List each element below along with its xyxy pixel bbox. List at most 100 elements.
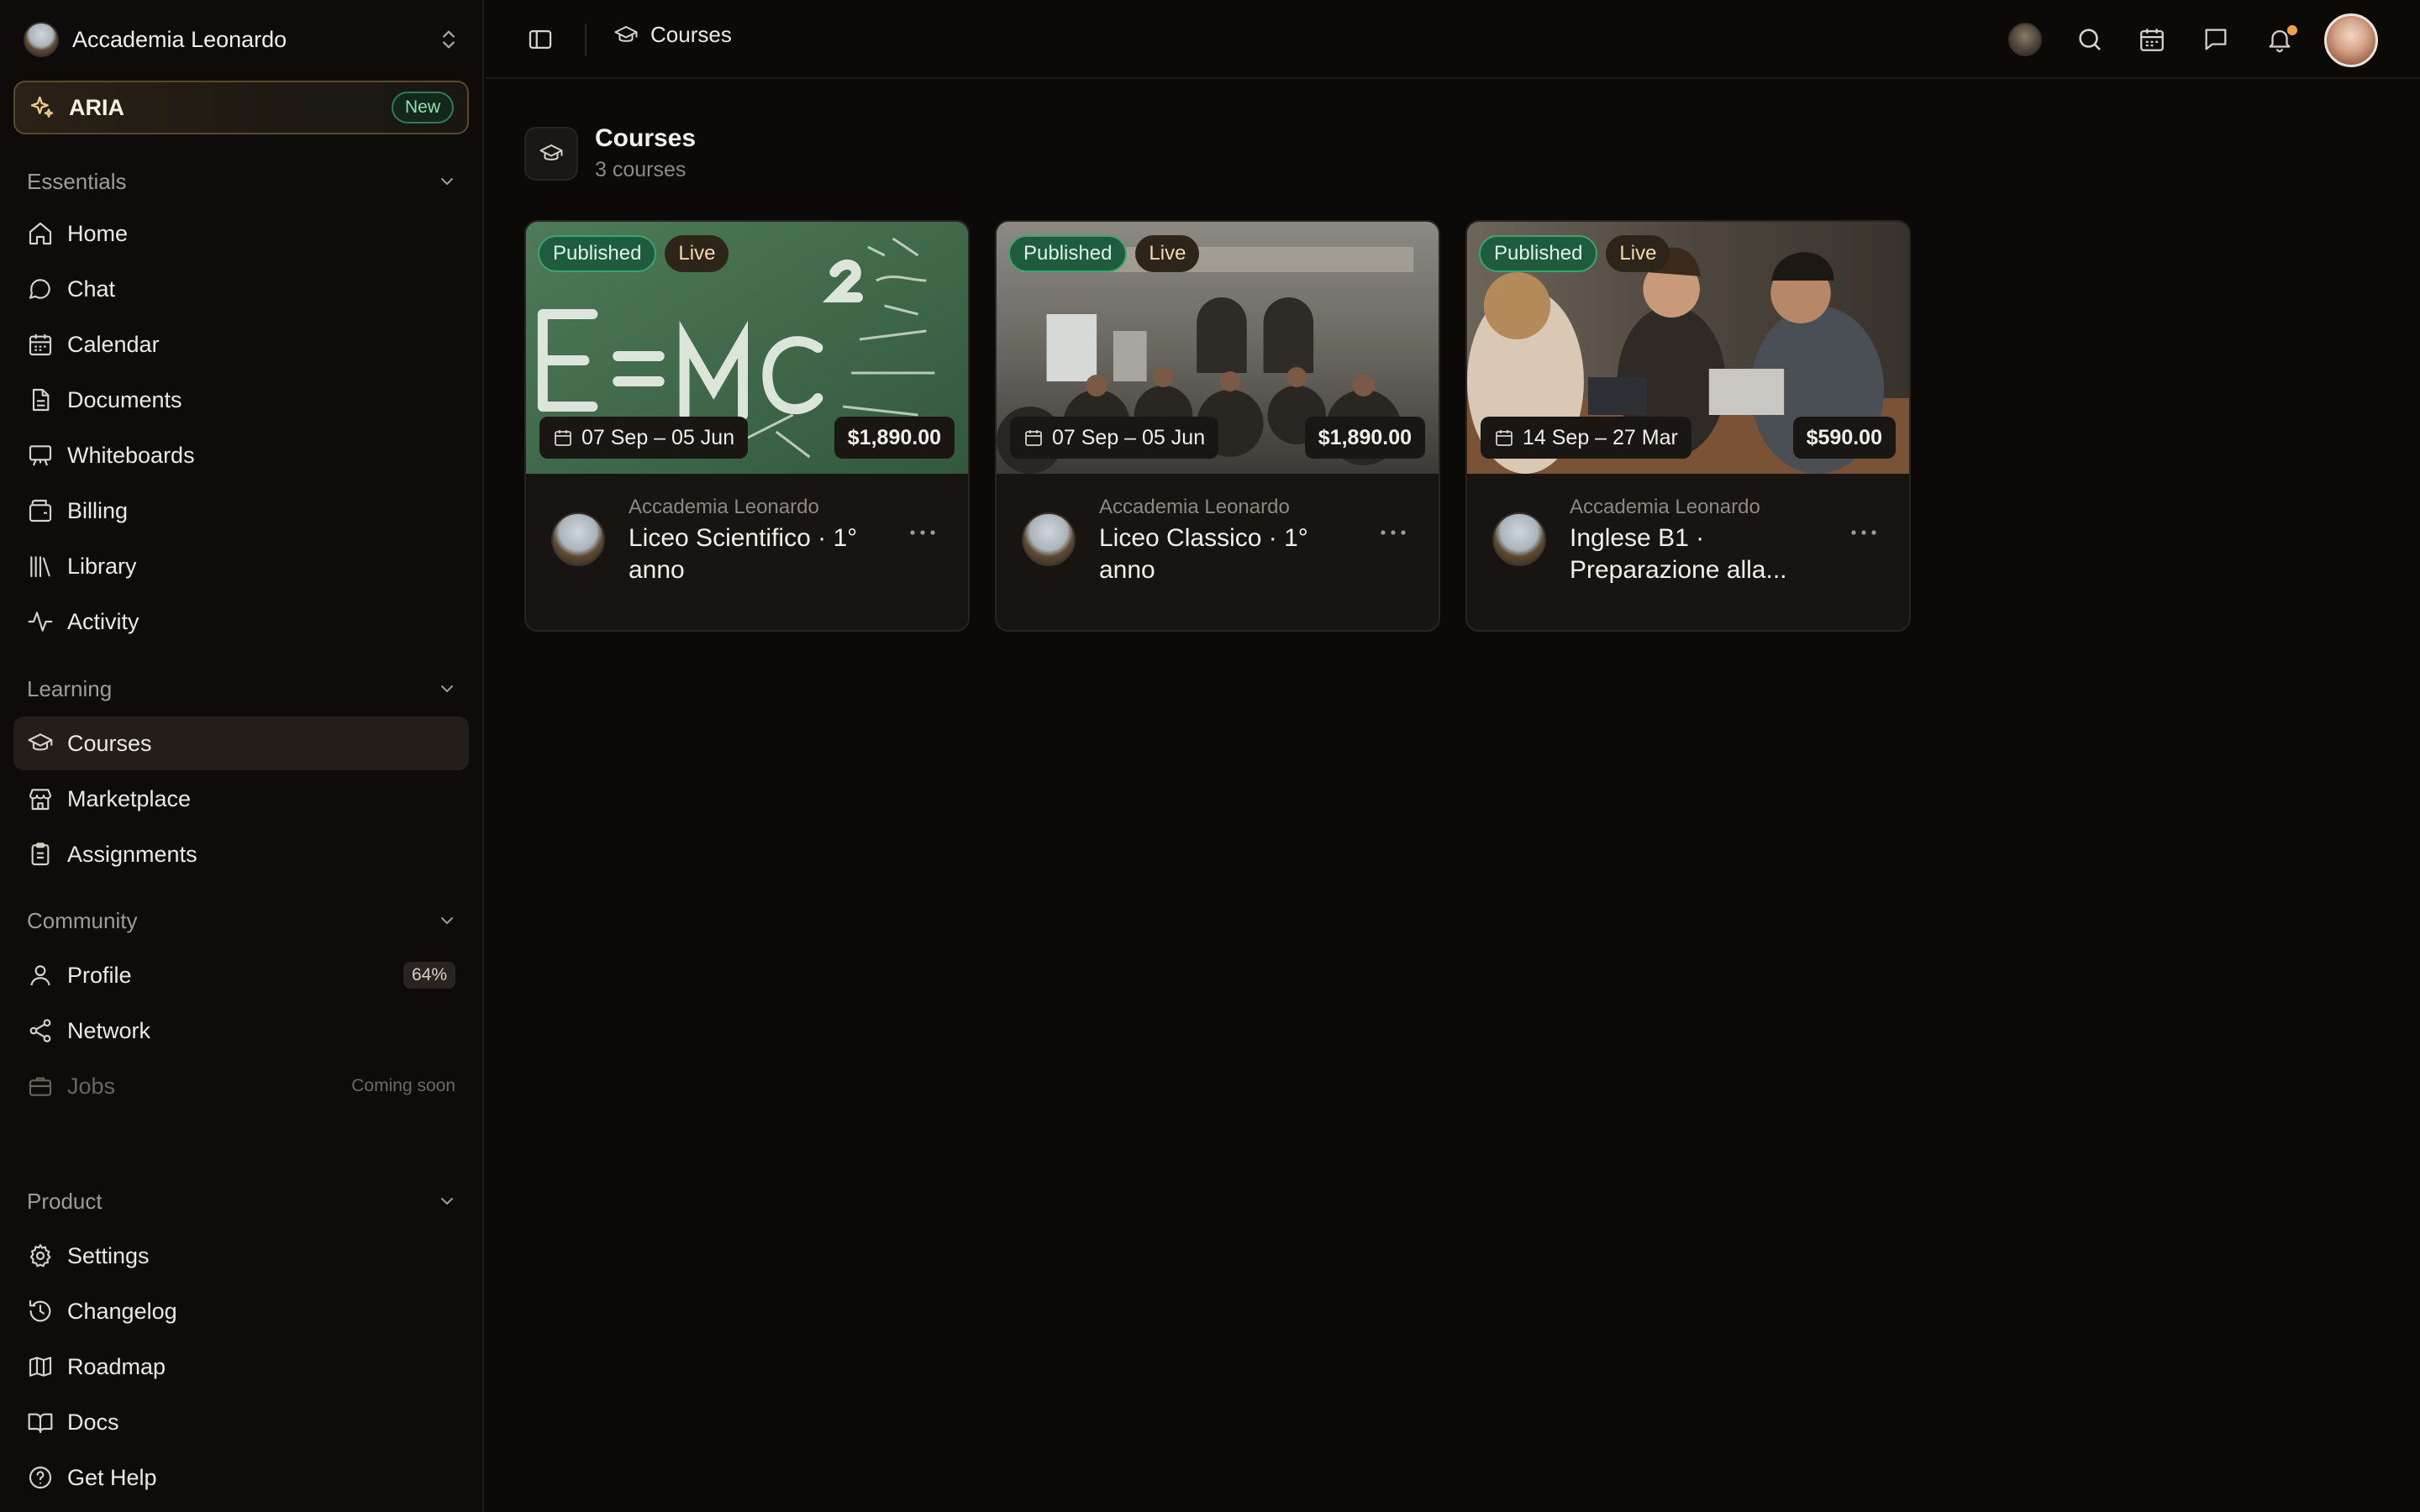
- sidebar-item-label: Documents: [67, 386, 182, 412]
- live-badge: Live: [1135, 235, 1200, 272]
- date-range-text: 07 Sep – 05 Jun: [581, 425, 735, 449]
- search-icon[interactable]: [2075, 25, 2104, 54]
- org-avatar: [1492, 512, 1546, 566]
- sidebar-item-label: Marketplace: [67, 785, 192, 811]
- sidebar-item-courses[interactable]: Courses: [13, 717, 469, 770]
- section-essentials[interactable]: Essentials: [13, 160, 471, 203]
- sidebar-item-assignments[interactable]: Assignments: [13, 827, 469, 881]
- more-options-icon[interactable]: [1378, 524, 1408, 541]
- chevron-down-icon: [437, 1191, 457, 1211]
- course-card[interactable]: Published Live 14 Sep – 27 Mar $590.00 A…: [1465, 220, 1911, 632]
- course-count: 3 courses: [595, 158, 687, 181]
- gear-icon: [27, 1242, 54, 1269]
- sidebar: Accademia Leonardo ARIA New Essentials H…: [0, 0, 484, 1512]
- course-card[interactable]: Published Live 07 Sep – 05 Jun $1,890.00…: [995, 220, 1440, 632]
- help-circle-icon: [27, 1464, 54, 1491]
- sidebar-item-jobs: Jobs Coming soon: [13, 1059, 469, 1113]
- notification-dot: [2287, 25, 2297, 35]
- sidebar-item-settings[interactable]: Settings: [13, 1229, 469, 1283]
- sidebar-item-calendar[interactable]: Calendar: [13, 318, 469, 371]
- page-header: Courses 3 courses: [524, 124, 696, 182]
- sidebar-item-label: Courses: [67, 730, 152, 756]
- sidebar-item-chat[interactable]: Chat: [13, 262, 469, 316]
- sidebar-item-label: Jobs: [67, 1073, 116, 1099]
- sidebar-item-label: Whiteboards: [67, 442, 195, 468]
- price: $1,890.00: [1304, 417, 1425, 459]
- course-image-classroom: Published Live 07 Sep – 05 Jun $1,890.00: [997, 222, 1439, 474]
- page-title: Courses: [595, 124, 697, 152]
- sidebar-item-label: Home: [67, 220, 129, 246]
- sidebar-item-documents[interactable]: Documents: [13, 373, 469, 427]
- section-learning[interactable]: Learning: [13, 667, 471, 711]
- sidebar-item-whiteboards[interactable]: Whiteboards: [13, 428, 469, 482]
- course-image-students: Published Live 14 Sep – 27 Mar $590.00: [1467, 222, 1909, 474]
- sidebar-item-get-help[interactable]: Get Help: [13, 1451, 469, 1504]
- more-options-icon[interactable]: [908, 524, 938, 541]
- date-range: 07 Sep – 05 Jun: [539, 417, 749, 459]
- sidebar-item-label: Profile: [67, 962, 132, 988]
- graduation-cap-icon: [524, 126, 578, 181]
- calendar-icon: [1494, 428, 1514, 448]
- date-range-text: 14 Sep – 27 Mar: [1523, 425, 1678, 449]
- sidebar-item-activity[interactable]: Activity: [13, 595, 469, 648]
- org-avatar: [24, 22, 59, 57]
- sidebar-toggle-icon[interactable]: [526, 25, 555, 54]
- org-switcher[interactable]: Accademia Leonardo: [13, 13, 471, 66]
- graduation-cap-icon: [27, 730, 54, 757]
- course-org: Accademia Leonardo: [1099, 496, 1290, 518]
- live-badge: Live: [1606, 235, 1670, 272]
- user-avatar[interactable]: [2324, 13, 2378, 67]
- calendar-icon[interactable]: [2138, 25, 2166, 54]
- sidebar-item-profile[interactable]: Profile 64%: [13, 948, 469, 1002]
- sidebar-item-label: Billing: [67, 497, 129, 523]
- price: $1,890.00: [834, 417, 955, 459]
- wallet-icon: [27, 497, 54, 524]
- calendar-icon: [553, 428, 573, 448]
- course-title[interactable]: Liceo Scientifico · 1° anno: [629, 522, 897, 586]
- aria-button[interactable]: ARIA New: [13, 81, 469, 134]
- org-name: Accademia Leonardo: [72, 26, 287, 52]
- top-bar: Courses: [486, 0, 2420, 79]
- clipboard-icon: [27, 841, 54, 868]
- store-icon: [27, 785, 54, 812]
- calendar-icon: [27, 331, 54, 358]
- org-mini-avatar[interactable]: [2008, 23, 2042, 56]
- status-badge: Published: [1479, 235, 1598, 272]
- section-label: Product: [27, 1188, 103, 1214]
- course-title[interactable]: Inglese B1 · Preparazione alla...: [1570, 522, 1839, 586]
- briefcase-icon: [27, 1073, 54, 1100]
- graduation-cap-icon: [613, 23, 639, 48]
- history-icon: [27, 1298, 54, 1325]
- sidebar-item-roadmap[interactable]: Roadmap: [13, 1340, 469, 1394]
- sidebar-item-label: Changelog: [67, 1298, 177, 1324]
- chevron-down-icon: [437, 911, 457, 931]
- share-network-icon: [27, 1017, 54, 1044]
- library-icon: [27, 553, 54, 580]
- profile-completion-badge: 64%: [402, 962, 455, 989]
- sidebar-item-label: Calendar: [67, 331, 160, 357]
- map-icon: [27, 1353, 54, 1380]
- sidebar-item-library[interactable]: Library: [13, 539, 469, 593]
- sidebar-item-changelog[interactable]: Changelog: [13, 1284, 469, 1338]
- sidebar-item-label: Network: [67, 1017, 151, 1043]
- sidebar-item-billing[interactable]: Billing: [13, 484, 469, 538]
- sidebar-item-label: Activity: [67, 608, 139, 634]
- breadcrumb: Courses: [613, 22, 732, 48]
- new-badge: New: [391, 92, 454, 123]
- section-community[interactable]: Community: [13, 899, 471, 942]
- sidebar-item-network[interactable]: Network: [13, 1004, 469, 1058]
- document-icon: [27, 386, 54, 413]
- course-title[interactable]: Liceo Classico · 1° anno: [1099, 522, 1368, 586]
- messages-icon[interactable]: [2202, 25, 2230, 54]
- section-label: Community: [27, 907, 138, 933]
- course-card[interactable]: Published Live 07 Sep – 05 Jun $1,890.00…: [524, 220, 970, 632]
- sidebar-item-docs[interactable]: Docs: [13, 1395, 469, 1449]
- sidebar-item-marketplace[interactable]: Marketplace: [13, 772, 469, 826]
- date-range: 14 Sep – 27 Mar: [1481, 417, 1691, 459]
- more-options-icon[interactable]: [1849, 524, 1879, 541]
- sidebar-item-label: Assignments: [67, 841, 197, 867]
- status-badge: Published: [538, 235, 657, 272]
- sidebar-item-home[interactable]: Home: [13, 207, 469, 260]
- section-product[interactable]: Product: [13, 1179, 471, 1223]
- course-org: Accademia Leonardo: [629, 496, 819, 518]
